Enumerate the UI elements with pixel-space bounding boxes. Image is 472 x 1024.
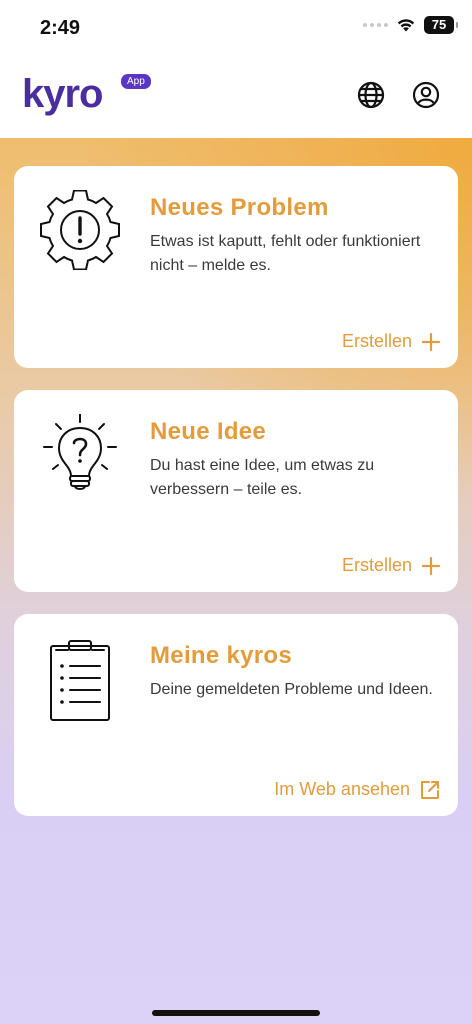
lightbulb-question-icon — [40, 413, 120, 500]
view-on-web-button[interactable]: Im Web ansehen — [274, 779, 440, 800]
wifi-icon — [397, 19, 415, 32]
card-new-idea[interactable]: Neue Idee Du hast eine Idee, um etwas zu… — [14, 390, 458, 592]
action-label: Erstellen — [341, 555, 412, 575]
card-description: Deine gemeldeten Probleme und Ideen. — [150, 681, 433, 698]
plus-icon — [422, 332, 440, 351]
create-idea-button[interactable]: Erstellen — [342, 555, 440, 576]
app-logo: kyro — [22, 72, 103, 116]
app-header: kyro App — [0, 58, 472, 138]
app-badge: App — [121, 74, 151, 89]
card-title: Neues Problem — [150, 194, 329, 221]
home-indicator[interactable] — [152, 1010, 320, 1016]
status-bar: 2:49 75 — [0, 0, 472, 58]
plus-icon — [422, 556, 440, 575]
main-content: Neues Problem Etwas ist kaputt, fehlt od… — [0, 138, 472, 1024]
clipboard-list-icon — [40, 638, 120, 724]
battery-icon: 75 — [424, 16, 458, 34]
card-my-kyros[interactable]: Meine kyros Deine gemeldeten Probleme un… — [14, 614, 458, 816]
cellular-signal-icon — [363, 23, 388, 27]
external-link-icon — [421, 780, 439, 799]
account-icon[interactable] — [409, 78, 443, 112]
action-label: Im Web ansehen — [274, 779, 410, 799]
status-indicators: 75 — [363, 16, 458, 34]
card-new-problem[interactable]: Neues Problem Etwas ist kaputt, fehlt od… — [14, 166, 458, 368]
gear-alert-icon — [40, 189, 120, 276]
create-problem-button[interactable]: Erstellen — [342, 331, 440, 352]
status-time: 2:49 — [40, 17, 81, 39]
action-label: Erstellen — [341, 331, 412, 351]
card-title: Meine kyros — [150, 642, 293, 669]
card-description: Du hast eine Idee, um etwas zu verbesser… — [150, 457, 375, 498]
globe-icon[interactable] — [354, 78, 388, 112]
card-description: Etwas ist kaputt, fehlt oder funktionier… — [150, 233, 421, 274]
card-title: Neue Idee — [150, 418, 267, 445]
